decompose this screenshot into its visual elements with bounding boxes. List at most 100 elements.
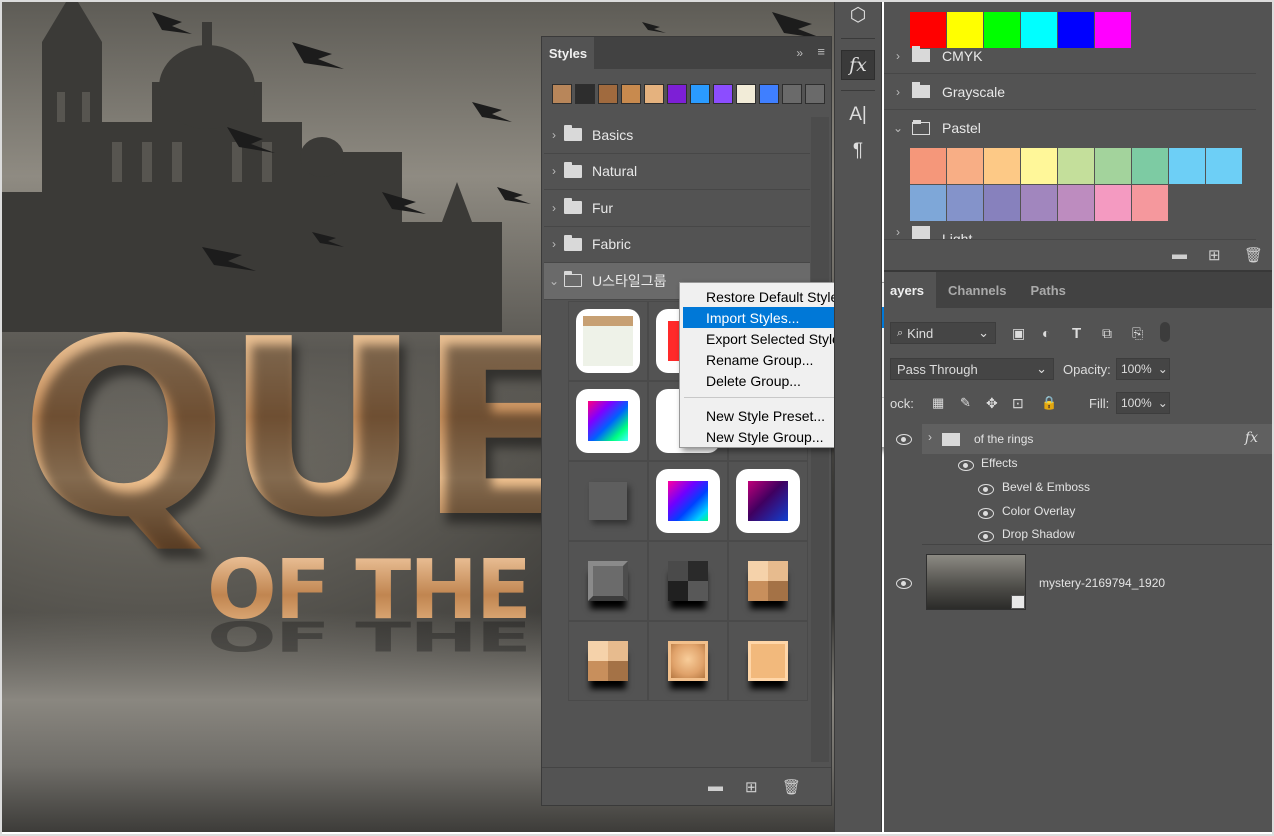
recent-style-swatch[interactable] — [598, 84, 618, 104]
color-swatch[interactable] — [984, 185, 1020, 221]
chevron-right-icon[interactable]: › — [544, 128, 564, 142]
style-group-natural[interactable]: › Natural — [544, 154, 810, 190]
chevron-right-icon[interactable]: › — [884, 85, 912, 99]
style-preset[interactable] — [728, 541, 808, 621]
swatch-group-pastel[interactable]: ⌄ Pastel — [884, 110, 1256, 146]
color-swatch[interactable] — [1095, 148, 1131, 184]
tab-styles[interactable]: Styles — [542, 37, 594, 69]
recent-style-swatch[interactable] — [713, 84, 733, 104]
style-preset[interactable] — [648, 621, 728, 701]
color-swatch[interactable] — [1132, 185, 1168, 221]
new-swatch-icon[interactable]: ⊞ — [1208, 246, 1221, 264]
effect-drop-shadow[interactable]: Drop Shadow — [1002, 527, 1075, 541]
new-group-folder-icon[interactable]: ▬ — [708, 778, 723, 795]
opacity-input[interactable]: 100% ⌄ — [1116, 358, 1170, 380]
tab-layers[interactable]: ayers — [884, 272, 936, 308]
type-filter-icon[interactable]: T — [1072, 325, 1081, 342]
recent-style-swatch[interactable] — [667, 84, 687, 104]
layer-name[interactable]: mystery-2169794_1920 — [1039, 576, 1165, 590]
color-swatch[interactable] — [1021, 148, 1057, 184]
recent-style-swatch[interactable] — [782, 84, 802, 104]
style-preset[interactable] — [568, 621, 648, 701]
style-preset[interactable] — [648, 461, 728, 541]
color-swatch[interactable] — [1132, 148, 1168, 184]
chevron-down-icon[interactable]: ⌄ — [884, 121, 912, 135]
recent-style-swatch[interactable] — [690, 84, 710, 104]
lock-transparent-icon[interactable]: ▦ — [932, 395, 944, 411]
color-swatch[interactable] — [910, 185, 946, 221]
trash-icon[interactable]: 🗑 — [1244, 246, 1263, 264]
recent-style-swatch[interactable] — [552, 84, 572, 104]
chevron-right-icon[interactable]: › — [544, 201, 564, 215]
swatch-group-cmyk[interactable]: › CMYK — [884, 38, 1256, 74]
effect-bevel-emboss[interactable]: Bevel & Emboss — [1002, 480, 1090, 494]
trash-icon[interactable]: 🗑 — [782, 778, 801, 796]
visibility-eye-icon[interactable] — [978, 508, 994, 519]
3d-cube-icon[interactable]: ⬡ — [841, 0, 875, 30]
shape-filter-icon[interactable]: ⧉ — [1102, 325, 1112, 342]
recent-style-swatch[interactable] — [759, 84, 779, 104]
color-swatch[interactable] — [947, 185, 983, 221]
tab-paths[interactable]: Paths — [1019, 272, 1078, 308]
visibility-eye-icon[interactable] — [896, 434, 912, 445]
color-swatch[interactable] — [1095, 185, 1131, 221]
paragraph-panel-icon[interactable]: ¶ — [841, 136, 875, 166]
adjustment-filter-icon[interactable]: ◐ — [1042, 325, 1050, 341]
recent-style-swatch[interactable] — [644, 84, 664, 104]
new-group-folder-icon[interactable]: ▬ — [1172, 246, 1187, 263]
chevron-right-icon[interactable]: › — [544, 164, 564, 178]
effects-label[interactable]: Effects — [981, 456, 1017, 470]
chevron-right-icon[interactable]: › — [928, 430, 932, 444]
fx-badge-icon[interactable]: fx — [1245, 430, 1258, 446]
collapse-panel-icon[interactable]: » — [796, 46, 803, 60]
style-preset[interactable] — [568, 381, 648, 461]
lock-image-brush-icon[interactable]: ✎ — [960, 395, 971, 411]
style-preset[interactable] — [568, 461, 648, 541]
chevron-right-icon[interactable]: › — [544, 237, 564, 251]
visibility-eye-icon[interactable] — [978, 484, 994, 495]
recent-style-swatch[interactable] — [736, 84, 756, 104]
visibility-eye-icon[interactable] — [958, 460, 974, 471]
styles-fx-icon[interactable]: fx — [841, 50, 875, 80]
lock-position-icon[interactable]: ✥ — [986, 395, 998, 412]
lock-artboard-icon[interactable]: ⊡ — [1012, 395, 1024, 412]
color-swatch[interactable] — [984, 148, 1020, 184]
style-group-fabric[interactable]: › Fabric — [544, 227, 810, 263]
recent-style-swatch[interactable] — [575, 84, 595, 104]
blend-mode-select[interactable]: Pass Through ⌄ — [890, 358, 1054, 380]
style-preset[interactable] — [568, 301, 648, 381]
color-swatch[interactable] — [1021, 185, 1057, 221]
fill-input[interactable]: 100% ⌄ — [1116, 392, 1170, 414]
color-swatch[interactable] — [947, 148, 983, 184]
swatch-group-grayscale[interactable]: › Grayscale — [884, 74, 1256, 110]
style-preset[interactable] — [568, 541, 648, 621]
filter-toggle-switch[interactable] — [1160, 322, 1170, 342]
chevron-right-icon[interactable]: › — [884, 226, 912, 239]
effect-color-overlay[interactable]: Color Overlay — [1002, 504, 1075, 518]
recent-style-swatch[interactable] — [805, 84, 825, 104]
swatch-group-light[interactable]: › Light — [884, 226, 1256, 240]
color-swatch[interactable] — [1206, 148, 1242, 184]
style-group-fur[interactable]: › Fur — [544, 190, 810, 227]
layer-thumbnail[interactable] — [926, 554, 1026, 610]
chevron-down-icon[interactable]: ⌄ — [544, 274, 564, 288]
image-filter-icon[interactable]: ▣ — [1012, 325, 1025, 342]
color-swatch[interactable] — [1058, 148, 1094, 184]
color-swatch[interactable] — [1169, 148, 1205, 184]
character-panel-icon[interactable]: A| — [841, 100, 875, 130]
style-preset[interactable] — [728, 621, 808, 701]
panel-menu-icon[interactable]: ≡ — [817, 44, 825, 59]
color-swatch[interactable] — [910, 148, 946, 184]
chevron-right-icon[interactable]: › — [884, 49, 912, 63]
layer-of-the-rings[interactable]: › of the rings fx — [922, 424, 1272, 454]
visibility-eye-icon[interactable] — [978, 531, 994, 542]
filter-kind-select[interactable]: ⌕ Kind ⌄ — [890, 322, 996, 344]
style-preset[interactable] — [728, 461, 808, 541]
new-style-icon[interactable]: ⊞ — [745, 778, 758, 796]
smart-object-filter-icon[interactable]: ⎘ — [1132, 325, 1143, 342]
style-preset[interactable] — [648, 541, 728, 621]
recent-style-swatch[interactable] — [621, 84, 641, 104]
style-group-basics[interactable]: › Basics — [544, 117, 810, 154]
lock-all-icon[interactable]: 🔒 — [1041, 395, 1057, 411]
tab-channels[interactable]: Channels — [936, 272, 1019, 308]
